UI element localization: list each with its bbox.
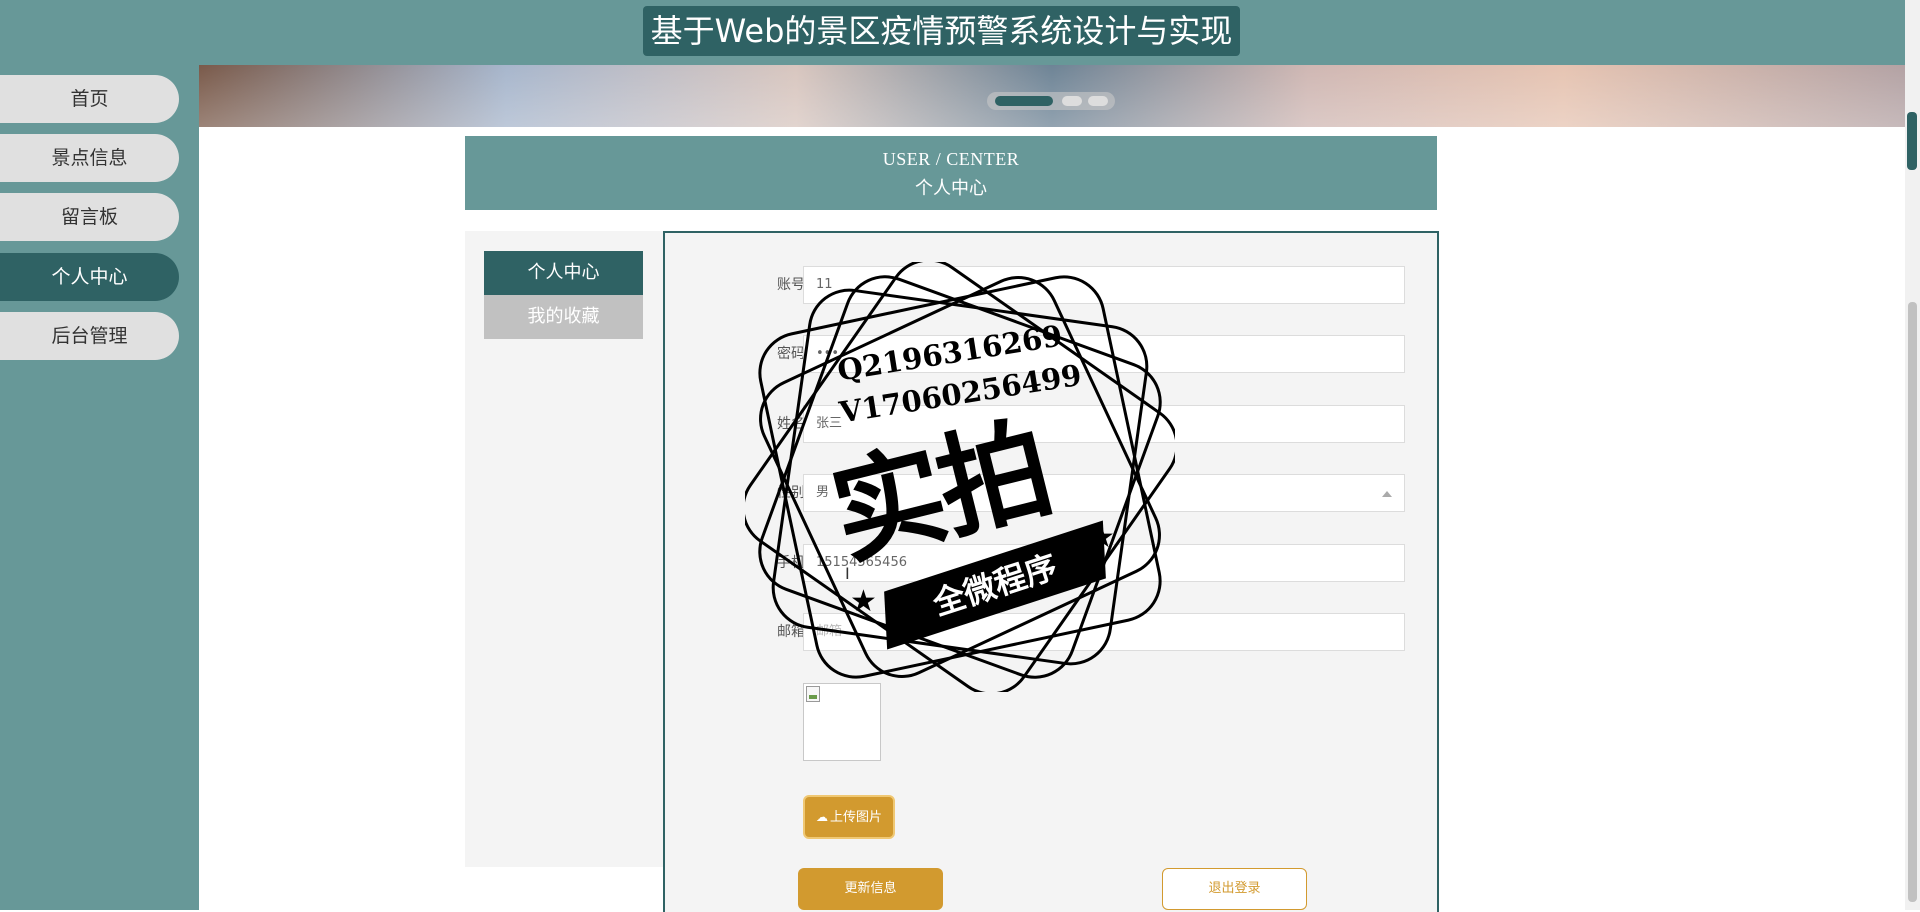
name-label: 姓名 [777,416,805,432]
nav-item-message-board[interactable]: 留言板 [0,193,179,241]
account-label: 账号 [777,277,805,293]
update-info-button[interactable]: 更新信息 [798,868,943,910]
section-title-cn: 个人中心 [915,178,987,198]
carousel-dot-2[interactable] [1062,96,1082,106]
phone-input[interactable]: 15154565456 [803,544,1405,582]
account-input[interactable]: 11 [803,266,1405,304]
carousel-dot-1[interactable] [995,96,1053,106]
cloud-upload-icon: ☁ [815,810,828,824]
nav-item-user-center[interactable]: 个人中心 [0,253,179,301]
email-label: 邮箱 [777,624,805,640]
section-header: USER / CENTER 个人中心 [465,136,1437,210]
menu-user-center[interactable]: 个人中心 [484,251,643,295]
phone-label: 手机 [777,555,805,571]
gender-select[interactable]: 男 [803,474,1405,512]
text-cursor-icon: I [845,564,850,583]
sidebar: 首页 景点信息 留言板 个人中心 后台管理 [0,65,199,910]
scroll-indicator [1907,112,1917,170]
broken-image-icon [806,686,820,702]
site-title: 基于Web的景区疫情预警系统设计与实现 [643,6,1240,56]
nav-item-attractions[interactable]: 景点信息 [0,134,179,182]
name-input[interactable]: 张三 [803,405,1405,443]
nav-item-home[interactable]: 首页 [0,75,179,123]
carousel-dot-3[interactable] [1088,96,1108,106]
section-title-en: USER / CENTER [882,149,1020,169]
menu-my-favorites[interactable]: 我的收藏 [484,295,643,339]
carousel-indicator [987,92,1115,110]
upload-image-label: 上传图片 [829,810,882,825]
gender-selected-value: 男 [816,485,830,500]
password-label: 密码 [777,346,805,362]
scrollbar-thumb[interactable] [1908,302,1917,902]
caret-up-icon [1382,491,1392,497]
profile-form: 账号 11 密码 ••• 姓名 张三 性别 男 手机 15154565456 邮… [663,231,1439,912]
user-menu-panel: 个人中心 我的收藏 [465,231,663,867]
top-bar: 基于Web的景区疫情预警系统设计与实现 [0,0,1905,65]
password-input[interactable]: ••• [803,335,1405,373]
email-input[interactable]: 邮箱 [803,613,1405,651]
nav-item-admin[interactable]: 后台管理 [0,312,179,360]
avatar-image [803,683,881,761]
gender-label: 性别 [777,485,805,501]
logout-button[interactable]: 退出登录 [1162,868,1307,910]
upload-image-button[interactable]: ☁ 上传图片 [803,795,895,839]
